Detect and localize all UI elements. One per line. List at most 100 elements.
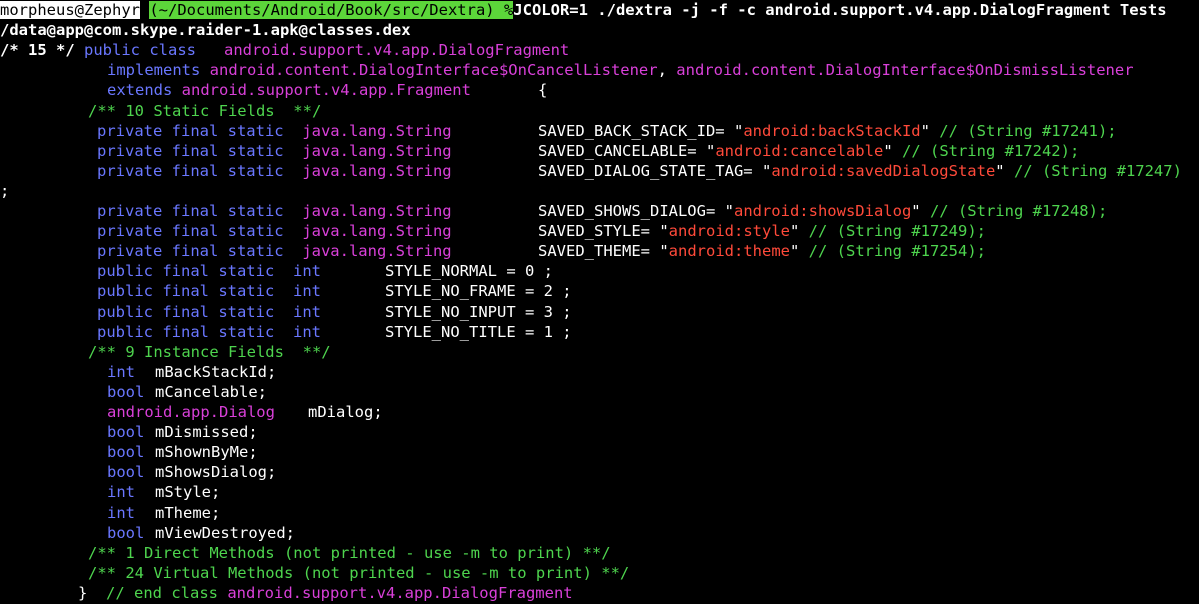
field-type: java.lang.String (302, 202, 452, 220)
field-type: int (107, 483, 135, 502)
instance-field-name: mDismissed; (155, 423, 258, 442)
static-string-field-value: SAVED_CANCELABLE= "android:cancelable" /… (538, 141, 1079, 161)
string-value: android:style (668, 222, 790, 241)
instance-field-name: mBackStackId; (155, 362, 277, 381)
static-string-field: private final static java.lang.String (97, 161, 452, 181)
field-name: SAVED_BACK_STACK_ID= (538, 121, 734, 140)
extends-line: extends android.support.v4.app.Fragment (107, 80, 471, 100)
field-type: android.app.Dialog (107, 403, 275, 421)
static-fields-header: /** 10 Static Fields **/ (88, 101, 322, 120)
static-string-field: private final static java.lang.String (97, 121, 452, 141)
implements-line: implements android.content.DialogInterfa… (107, 60, 1134, 80)
end-class-name: android.support.v4.app.DialogFragment (227, 583, 573, 602)
static-string-field: private final static java.lang.String (97, 241, 452, 261)
class-open-brace: { (538, 81, 548, 100)
field-modifiers: private final static (97, 121, 284, 140)
instance-field: int (107, 503, 135, 523)
field-type: bool (107, 382, 145, 401)
field-modifiers: public final static (97, 262, 275, 281)
end-class-comment: // end class (106, 583, 218, 602)
prompt-symbol: % (503, 1, 514, 19)
class-index-comment: /* 15 */ (0, 41, 75, 60)
instance-field: int (107, 482, 135, 502)
static-string-field-value: SAVED_DIALOG_STATE_TAG= "android:savedDi… (538, 161, 1182, 181)
instance-field-name: mShowsDialog; (155, 463, 277, 482)
static-int-field: public final static int (97, 322, 321, 342)
extends-keyword: extends (107, 81, 173, 100)
class-name: android.support.v4.app.DialogFragment (223, 41, 570, 60)
field-type: bool (107, 443, 145, 462)
class-close-brace: } (78, 583, 88, 602)
field-modifiers: private final static (97, 202, 284, 220)
instance-field: bool (107, 462, 144, 482)
field-type: java.lang.String (302, 141, 452, 160)
quote: " (659, 242, 669, 261)
quote: " (733, 121, 744, 140)
quote: " (724, 202, 734, 220)
field-type: java.lang.String (302, 242, 452, 261)
field-type: java.lang.String (302, 121, 452, 140)
field-type: int (292, 262, 321, 281)
quote: " (790, 222, 800, 241)
static-int-decl: STYLE_NO_TITLE = 1 ; (385, 322, 572, 341)
prompt-cwd: (~/Documents/Android/Book/src/Dextra) (149, 1, 495, 19)
instance-field: bool (107, 382, 144, 402)
command-text: JCOLOR=1 ./dextra -j -f -c android.suppo… (513, 1, 1167, 19)
static-int-field: public final static int (97, 302, 321, 322)
static-string-field-value: SAVED_BACK_STACK_ID= "android:backStackI… (538, 121, 1117, 141)
field-name: SAVED_THEME= (538, 242, 660, 261)
wrapped-semicolon: ; (0, 181, 10, 200)
static-string-field-value: SAVED_THEME= "android:theme" // (String … (538, 241, 986, 261)
field-modifiers: public final static (97, 302, 275, 321)
field-name: SAVED_DIALOG_STATE_TAG= (538, 161, 762, 180)
class-modifiers: public class (84, 41, 196, 60)
field-modifiers: public final static (97, 322, 275, 341)
field-type: int (107, 362, 135, 381)
prompt-line: morpheus@Zephyr (~/Documents/Android/Boo… (0, 0, 1167, 20)
instance-field: bool (107, 442, 144, 462)
instance-field-name: mTheme; (155, 503, 221, 522)
field-type: int (292, 282, 321, 301)
instance-field-name: mShownByMe; (155, 443, 258, 462)
instance-field: bool (107, 523, 144, 543)
field-type: int (107, 503, 135, 522)
static-string-field: private final static java.lang.String (97, 201, 452, 221)
field-modifiers: private final static (97, 242, 284, 261)
quote: " (995, 161, 1005, 180)
string-ref-comment: // (String #17242); (892, 141, 1080, 160)
dex-path-line: /data@app@com.skype.raider-1.apk@classes… (0, 21, 411, 40)
prompt-space (494, 1, 504, 19)
field-modifiers: private final static (97, 141, 284, 160)
interface-dismiss: android.content.DialogInterface$OnDismis… (676, 61, 1134, 80)
static-int-decl: STYLE_NO_FRAME = 2 ; (385, 282, 572, 301)
static-int-field: public final static int (97, 261, 321, 281)
quote: " (659, 222, 669, 241)
static-string-field-value: SAVED_SHOWS_DIALOG= "android:showsDialog… (538, 201, 1107, 221)
string-value: android:savedDialogState (771, 161, 996, 180)
string-ref-comment: // (String #17241); (929, 121, 1117, 140)
instance-field-name: mStyle; (155, 483, 221, 502)
end-class-line: } // end class android.support.v4.app.Di… (78, 583, 573, 603)
implements-keyword: implements (107, 61, 201, 80)
string-ref-comment: // (String #17248); (920, 202, 1108, 220)
field-modifiers: private final static (97, 161, 284, 180)
string-value: android:showsDialog (733, 202, 912, 220)
static-string-field: private final static java.lang.String (97, 141, 452, 161)
quote: " (911, 202, 921, 220)
quote: " (705, 141, 716, 160)
interface-comma: , (657, 61, 667, 80)
static-int-decl: STYLE_NORMAL = 0 ; (385, 262, 553, 281)
field-name: SAVED_CANCELABLE= (538, 141, 706, 160)
field-type: java.lang.String (302, 222, 452, 241)
quote: " (761, 161, 772, 180)
superclass-name: android.support.v4.app.Fragment (181, 81, 471, 100)
terminal-window[interactable]: morpheus@Zephyr (~/Documents/Android/Boo… (0, 0, 1199, 604)
instance-field-name: mCancelable; (155, 382, 267, 401)
static-string-field: private final static java.lang.String (97, 221, 452, 241)
string-ref-comment: // (String #17249); (799, 222, 986, 241)
static-string-field-value: SAVED_STYLE= "android:style" // (String … (538, 221, 986, 241)
field-type: bool (107, 423, 145, 442)
field-type: int (292, 322, 321, 341)
quote: " (883, 141, 893, 160)
direct-methods-comment: /** 1 Direct Methods (not printed - use … (88, 543, 611, 562)
